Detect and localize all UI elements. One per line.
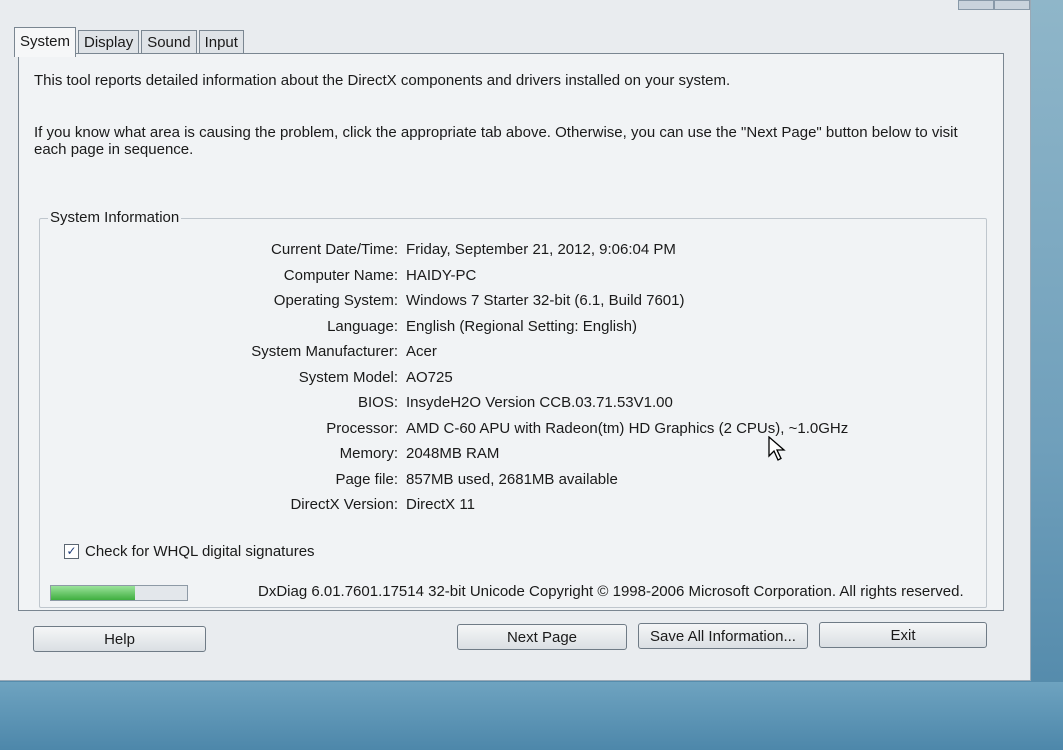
info-value: InsydeH2O Version CCB.03.71.53V1.00 <box>406 394 673 411</box>
info-row-page-file: Page file: 857MB used, 2681MB available <box>40 471 980 497</box>
info-value: AO725 <box>406 368 453 386</box>
info-value: 2048MB RAM <box>406 445 500 462</box>
desktop-background <box>0 682 1063 750</box>
info-label: Page file: <box>335 470 398 488</box>
info-label: Memory: <box>339 445 398 462</box>
info-value: DirectX 11 <box>406 496 475 513</box>
info-row-processor: Processor: AMD C-60 APU with Radeon(tm) … <box>40 420 980 446</box>
info-value: Windows 7 Starter 32-bit (6.1, Build 760… <box>406 292 685 309</box>
close-button[interactable] <box>994 0 1030 10</box>
info-label: DirectX Version: <box>290 496 398 513</box>
info-row-manufacturer: System Manufacturer: Acer <box>40 343 980 369</box>
group-title: System Information <box>48 209 182 226</box>
info-value: English (Regional Setting: English) <box>406 317 637 335</box>
info-value: AMD C-60 APU with Radeon(tm) HD Graphics… <box>406 419 849 437</box>
help-button[interactable]: Help <box>33 626 206 652</box>
instructions-text: If you know what area is causing the pro… <box>34 124 958 158</box>
system-tab-panel: This tool reports detailed information a… <box>18 53 1004 611</box>
progress-bar <box>50 585 188 601</box>
info-row-directx: DirectX Version: DirectX 11 <box>40 496 980 522</box>
info-row-memory: Memory: 2048MB RAM <box>40 445 980 471</box>
info-label: System Model: <box>298 368 398 386</box>
info-row-bios: BIOS: InsydeH2O Version CCB.03.71.53V1.0… <box>40 394 980 420</box>
next-page-button[interactable]: Next Page <box>457 624 627 650</box>
info-row-model: System Model: AO725 <box>40 369 980 395</box>
info-label: Operating System: <box>273 292 398 309</box>
mouse-pointer-icon <box>768 436 786 461</box>
whql-label: Check for WHQL digital signatures <box>85 543 315 560</box>
info-row-date: Current Date/Time: Friday, September 21,… <box>40 241 980 267</box>
tab-system[interactable]: System <box>14 27 77 57</box>
info-value: Acer <box>406 343 437 360</box>
info-value: Friday, September 21, 2012, 9:06:04 PM <box>406 241 676 258</box>
save-all-information-button[interactable]: Save All Information... <box>638 623 808 649</box>
info-row-language: Language: English (Regional Setting: Eng… <box>40 318 980 344</box>
exit-button[interactable]: Exit <box>819 622 987 648</box>
minimize-button[interactable] <box>958 0 994 10</box>
info-row-os: Operating System: Windows 7 Starter 32-b… <box>40 292 980 318</box>
info-label: Current Date/Time: <box>271 241 398 258</box>
tab-bar: System Display Sound Input <box>14 26 246 57</box>
info-row-computer-name: Computer Name: HAIDY-PC <box>40 267 980 293</box>
system-information-group: System Information Current Date/Time: Fr… <box>39 209 987 608</box>
info-value: HAIDY-PC <box>406 266 477 284</box>
copyright-text: DxDiag 6.01.7601.17514 32-bit Unicode Co… <box>258 583 964 600</box>
info-table: Current Date/Time: Friday, September 21,… <box>40 241 980 522</box>
info-label: BIOS: <box>357 394 398 411</box>
info-value: 857MB used, 2681MB available <box>406 470 618 488</box>
progress-fill <box>51 586 136 600</box>
title-controls <box>958 0 1030 10</box>
info-label: Processor: <box>326 419 398 437</box>
info-label: Language: <box>327 317 398 335</box>
intro-text: This tool reports detailed information a… <box>34 72 731 89</box>
whql-checkbox-row[interactable]: ✓ Check for WHQL digital signatures <box>64 543 315 560</box>
info-label: System Manufacturer: <box>251 343 398 360</box>
info-label: Computer Name: <box>283 266 398 284</box>
whql-checkbox[interactable]: ✓ <box>64 544 79 559</box>
dxdiag-window: System Display Sound Input This tool rep… <box>0 0 1031 681</box>
